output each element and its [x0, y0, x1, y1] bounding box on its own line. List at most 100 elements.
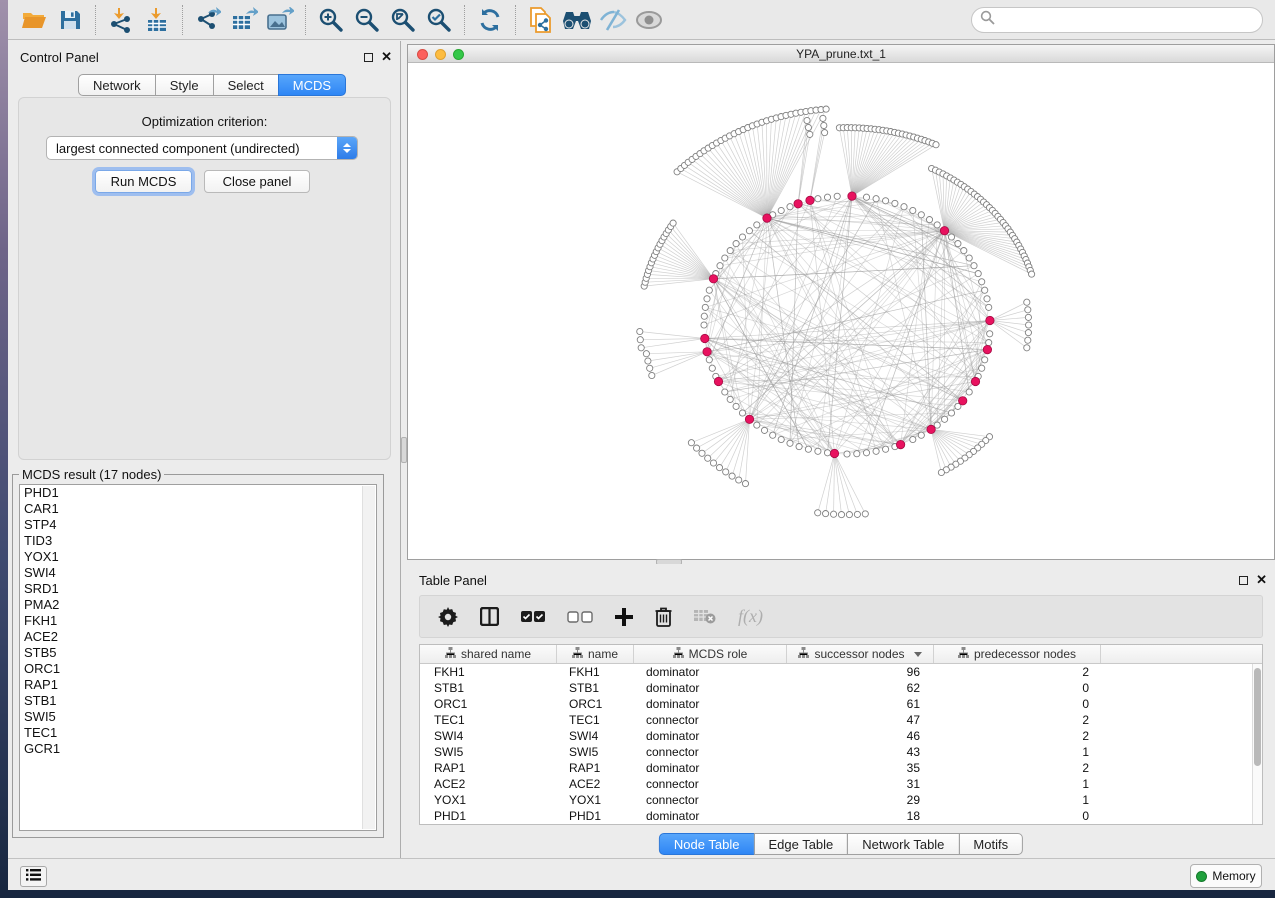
- column-header-shared-name[interactable]: shared name: [420, 645, 557, 663]
- table-cell: SWI4: [557, 728, 634, 744]
- table-cell: dominator: [634, 808, 787, 824]
- criterion-value: largest connected component (undirected): [47, 141, 337, 156]
- export-image-button[interactable]: [262, 4, 298, 36]
- table-toolbar: f(x): [419, 595, 1263, 638]
- table-row[interactable]: PHD1PHD1dominator180: [420, 808, 1252, 824]
- mcds-result-item[interactable]: YOX1: [20, 549, 376, 565]
- network-window-title: YPA_prune.txt_1: [796, 47, 886, 61]
- table-row[interactable]: RAP1RAP1dominator352: [420, 760, 1252, 776]
- hide-selected-button[interactable]: [595, 4, 631, 36]
- deselect-all-icon[interactable]: [567, 611, 593, 623]
- criterion-select[interactable]: largest connected component (undirected): [46, 136, 358, 160]
- minimize-window-icon[interactable]: [435, 49, 446, 60]
- table-cell: connector: [634, 712, 787, 728]
- show-all-button[interactable]: [631, 4, 667, 36]
- zoom-selected-button[interactable]: [421, 4, 457, 36]
- maximize-window-icon[interactable]: [453, 49, 464, 60]
- mcds-result-item[interactable]: RAP1: [20, 677, 376, 693]
- network-window-titlebar[interactable]: YPA_prune.txt_1: [408, 45, 1274, 63]
- export-table-button[interactable]: [226, 4, 262, 36]
- table-row[interactable]: FKH1FKH1dominator962: [420, 664, 1252, 680]
- close-panel-button[interactable]: Close panel: [204, 170, 310, 193]
- export-network-icon: [195, 7, 221, 33]
- refresh-button[interactable]: [472, 4, 508, 36]
- tab-motifs[interactable]: Motifs: [958, 833, 1023, 855]
- tab-edge-table[interactable]: Edge Table: [753, 833, 848, 855]
- open-button[interactable]: [16, 4, 52, 36]
- desktop: Control Panel ✕ Network Style Select MCD…: [0, 0, 1275, 898]
- mcds-result-item[interactable]: CAR1: [20, 501, 376, 517]
- table-cell: 2: [934, 728, 1101, 744]
- column-header-mcds-role[interactable]: MCDS role: [634, 645, 787, 663]
- delete-table-icon[interactable]: [694, 609, 716, 624]
- mcds-panel: Optimization criterion: largest connecte…: [18, 97, 391, 460]
- mcds-result-item[interactable]: STB5: [20, 645, 376, 661]
- float-panel-icon[interactable]: [364, 53, 373, 62]
- tab-select[interactable]: Select: [213, 74, 279, 96]
- scrollbar-thumb[interactable]: [1254, 668, 1261, 766]
- import-table-button[interactable]: [139, 4, 175, 36]
- table-row[interactable]: YOX1YOX1connector291: [420, 792, 1252, 808]
- mcds-result-item[interactable]: STB1: [20, 693, 376, 709]
- table-scrollbar[interactable]: [1252, 664, 1262, 824]
- run-mcds-button[interactable]: Run MCDS: [95, 170, 192, 193]
- mcds-result-item[interactable]: SWI5: [20, 709, 376, 725]
- column-header-name[interactable]: name: [557, 645, 634, 663]
- mcds-result-item[interactable]: ORC1: [20, 661, 376, 677]
- table-cell: TEC1: [420, 712, 557, 728]
- float-panel-icon[interactable]: [1239, 576, 1248, 585]
- tab-node-table[interactable]: Node Table: [659, 833, 755, 855]
- select-all-icon[interactable]: [521, 611, 545, 623]
- column-header-successor-nodes[interactable]: successor nodes: [787, 645, 934, 663]
- export-network-button[interactable]: [190, 4, 226, 36]
- table-row[interactable]: SWI4SWI4dominator462: [420, 728, 1252, 744]
- toolbar-separator: [182, 5, 183, 35]
- mcds-result-item[interactable]: GCR1: [20, 741, 376, 757]
- tab-network-table[interactable]: Network Table: [847, 833, 959, 855]
- search-input[interactable]: [1001, 10, 1262, 30]
- network-graph[interactable]: [408, 63, 1274, 558]
- mcds-result-item[interactable]: TID3: [20, 533, 376, 549]
- memory-button[interactable]: Memory: [1190, 864, 1262, 888]
- save-button[interactable]: [52, 4, 88, 36]
- network-canvas[interactable]: [408, 63, 1274, 559]
- close-panel-icon[interactable]: ✕: [381, 52, 392, 62]
- vertical-splitter[interactable]: [400, 41, 407, 858]
- zoom-out-button[interactable]: [349, 4, 385, 36]
- table-cell: ACE2: [557, 776, 634, 792]
- toolbar-separator: [515, 5, 516, 35]
- table-panel: Table Panel ✕ f(x): [407, 564, 1275, 858]
- zoom-fit-button[interactable]: [385, 4, 421, 36]
- table-cell: 2: [934, 760, 1101, 776]
- tab-style[interactable]: Style: [155, 74, 214, 96]
- table-row[interactable]: SWI5SWI5connector431: [420, 744, 1252, 760]
- table-row[interactable]: STB1STB1dominator620: [420, 680, 1252, 696]
- zoom-in-button[interactable]: [313, 4, 349, 36]
- function-icon[interactable]: f(x): [738, 606, 763, 627]
- mcds-result-item[interactable]: TEC1: [20, 725, 376, 741]
- delete-icon[interactable]: [655, 607, 672, 627]
- table-row[interactable]: ORC1ORC1dominator610: [420, 696, 1252, 712]
- mcds-result-item[interactable]: PMA2: [20, 597, 376, 613]
- tab-mcds[interactable]: MCDS: [278, 74, 346, 96]
- table-row[interactable]: ACE2ACE2connector311: [420, 776, 1252, 792]
- import-network-button[interactable]: [103, 4, 139, 36]
- task-history-button[interactable]: [20, 866, 47, 887]
- add-icon[interactable]: [615, 608, 633, 626]
- tab-network[interactable]: Network: [78, 74, 156, 96]
- result-scrollbar[interactable]: [362, 486, 375, 829]
- gear-icon[interactable]: [438, 607, 458, 627]
- network-file-button[interactable]: [523, 4, 559, 36]
- mcds-result-item[interactable]: PHD1: [20, 485, 376, 501]
- first-neighbors-button[interactable]: [559, 4, 595, 36]
- close-window-icon[interactable]: [417, 49, 428, 60]
- mcds-result-item[interactable]: STP4: [20, 517, 376, 533]
- mcds-result-item[interactable]: FKH1: [20, 613, 376, 629]
- columns-icon[interactable]: [480, 607, 499, 626]
- mcds-result-item[interactable]: ACE2: [20, 629, 376, 645]
- mcds-result-item[interactable]: SRD1: [20, 581, 376, 597]
- column-header-predecessor-nodes[interactable]: predecessor nodes: [934, 645, 1101, 663]
- mcds-result-item[interactable]: SWI4: [20, 565, 376, 581]
- close-panel-icon[interactable]: ✕: [1256, 575, 1267, 585]
- table-row[interactable]: TEC1TEC1connector472: [420, 712, 1252, 728]
